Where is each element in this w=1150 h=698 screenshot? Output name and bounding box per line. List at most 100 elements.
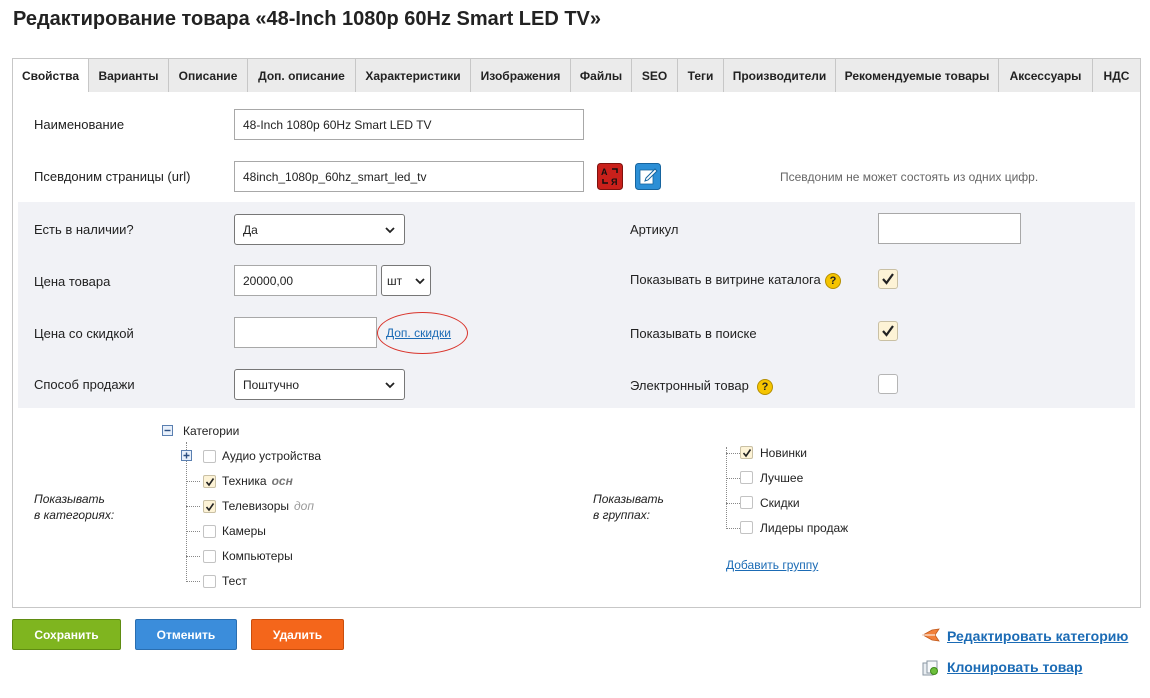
svg-text:A: A <box>601 167 608 177</box>
groups-side-label-line2: в группах: <box>593 508 651 522</box>
tree-line <box>726 478 740 479</box>
group-checkbox-new[interactable] <box>740 446 753 459</box>
name-input[interactable]: 48-Inch 1080p 60Hz Smart LED TV <box>234 109 584 140</box>
chevron-down-icon <box>385 381 395 388</box>
category-label-tv: Телевизоры <box>222 499 290 513</box>
group-checkbox-best[interactable] <box>740 471 753 484</box>
edit-category-icon <box>922 628 940 642</box>
edit-category-link[interactable]: Редактировать категорию <box>947 628 1128 644</box>
digital-product-label: Электронный товар <box>630 378 749 393</box>
collapse-icon[interactable] <box>162 425 173 436</box>
category-label-computers: Компьютеры <box>222 549 293 563</box>
tree-line <box>726 453 740 454</box>
tab-images[interactable]: Изображения <box>471 58 571 93</box>
tab-description[interactable]: Описание <box>169 58 248 93</box>
page-title: Редактирование товара «48-Inch 1080p 60H… <box>13 8 602 30</box>
category-label-tech: Техника <box>222 474 267 488</box>
tree-line <box>726 503 740 504</box>
url-input[interactable]: 48inch_1080p_60hz_smart_led_tv <box>234 161 584 192</box>
digital-product-checkbox[interactable] <box>878 374 898 394</box>
category-label-test: Тест <box>222 574 247 588</box>
group-checkbox-discounts[interactable] <box>740 496 753 509</box>
check-icon <box>205 477 214 486</box>
showcase-label: Показывать в витрине каталога <box>630 272 821 287</box>
chevron-down-icon <box>385 226 395 233</box>
tree-line <box>186 581 200 582</box>
sale-method-select[interactable]: Поштучно <box>234 369 405 400</box>
tab-tags[interactable]: Теги <box>678 58 724 93</box>
tab-properties[interactable]: Свойства <box>12 58 89 93</box>
categories-side-label-line2: в категориях: <box>34 508 115 522</box>
tab-files[interactable]: Файлы <box>571 58 632 93</box>
translit-icon[interactable]: A Я <box>597 163 623 190</box>
tab-seo[interactable]: SEO <box>632 58 678 93</box>
category-checkbox-tv[interactable] <box>203 500 216 513</box>
expand-icon[interactable] <box>181 450 192 461</box>
group-label-bestsellers: Лидеры продаж <box>760 521 849 535</box>
tab-bar: Свойства Варианты Описание Доп. описание… <box>12 58 1141 93</box>
tab-characteristics[interactable]: Характеристики <box>356 58 471 93</box>
price-input[interactable]: 20000,00 <box>234 265 377 296</box>
check-icon <box>882 325 894 337</box>
categories-root-label: Категории <box>183 424 240 438</box>
stock-label: Есть в наличии? <box>34 222 134 237</box>
save-button[interactable]: Сохранить <box>12 619 121 650</box>
question-icon[interactable]: ? <box>757 379 773 395</box>
svg-text:Я: Я <box>611 177 617 187</box>
categories-side-label-line1: Показывать <box>34 492 105 506</box>
unit-select[interactable]: шт <box>381 265 431 296</box>
unit-select-value: шт <box>387 273 403 288</box>
cancel-button[interactable]: Отменить <box>135 619 237 650</box>
add-group-link[interactable]: Добавить группу <box>726 558 818 572</box>
question-icon[interactable]: ? <box>825 273 841 289</box>
tree-line <box>186 442 187 582</box>
tree-line <box>726 528 740 529</box>
edit-icon[interactable] <box>635 163 661 190</box>
category-checkbox-cameras[interactable] <box>203 525 216 538</box>
tab-recommended[interactable]: Рекомендуемые товары <box>836 58 999 93</box>
category-checkbox-tech[interactable] <box>203 475 216 488</box>
category-item-tv: Телевизоры доп <box>222 499 314 513</box>
groups-side-label-line1: Показывать <box>593 492 664 506</box>
stock-select-value: Да <box>243 222 258 237</box>
category-checkbox-audio[interactable] <box>203 450 216 463</box>
check-icon <box>882 273 894 285</box>
group-label-best: Лучшее <box>760 471 804 485</box>
tab-variants[interactable]: Варианты <box>89 58 169 93</box>
delete-button[interactable]: Удалить <box>251 619 344 650</box>
tab-manufacturers[interactable]: Производители <box>724 58 836 93</box>
tree-line <box>186 481 200 482</box>
clone-product-link[interactable]: Клонировать товар <box>947 659 1083 675</box>
name-label: Наименование <box>34 117 125 132</box>
discount-price-label: Цена со скидкой <box>34 326 134 341</box>
discount-price-input[interactable] <box>234 317 377 348</box>
category-item-tech: Техника осн <box>222 474 293 488</box>
sale-method-value: Поштучно <box>243 377 300 392</box>
tab-vat[interactable]: НДС <box>1093 58 1141 93</box>
tree-line <box>186 531 200 532</box>
category-checkbox-computers[interactable] <box>203 550 216 563</box>
category-checkbox-test[interactable] <box>203 575 216 588</box>
check-icon <box>742 448 751 457</box>
extra-category-tag: доп <box>294 499 314 513</box>
group-label-discounts: Скидки <box>760 496 800 510</box>
chevron-down-icon <box>415 277 425 284</box>
stock-select[interactable]: Да <box>234 214 405 245</box>
article-input[interactable] <box>878 213 1021 244</box>
url-label: Псевдоним страницы (url) <box>34 169 191 184</box>
price-label: Цена товара <box>34 274 111 289</box>
search-visibility-checkbox[interactable] <box>878 321 898 341</box>
article-label: Артикул <box>630 222 679 237</box>
check-icon <box>205 502 214 511</box>
showcase-checkbox[interactable] <box>878 269 898 289</box>
search-visibility-label: Показывать в поиске <box>630 326 757 341</box>
tab-accessories[interactable]: Аксессуары <box>999 58 1093 93</box>
highlight-circle <box>377 312 468 354</box>
category-label-audio: Аудио устройства <box>222 449 322 463</box>
group-checkbox-bestsellers[interactable] <box>740 521 753 534</box>
tab-extra-description[interactable]: Доп. описание <box>248 58 356 93</box>
main-category-tag: осн <box>271 474 293 488</box>
tree-line <box>186 506 200 507</box>
group-label-new: Новинки <box>760 446 807 460</box>
clone-icon <box>922 660 938 676</box>
